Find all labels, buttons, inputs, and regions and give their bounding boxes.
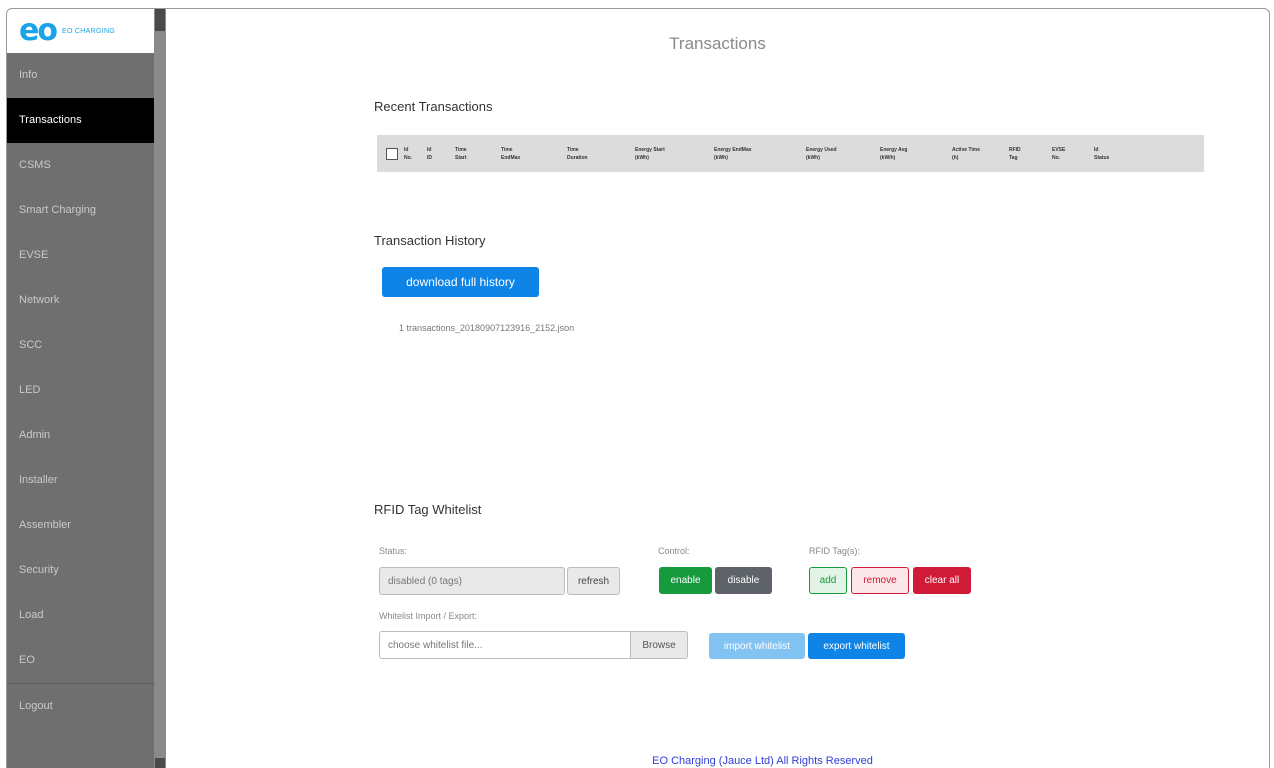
table-header-cell: Time Duration [567, 146, 588, 161]
status-label: Status: [379, 546, 408, 556]
table-header-cell: Energy EndMax (kWh) [714, 146, 752, 161]
control-label: Control: [658, 546, 690, 556]
table-header-cell: Energy Avg (kW/h) [880, 146, 908, 161]
scrollbar-thumb[interactable] [155, 9, 165, 31]
clear-all-button[interactable]: clear all [913, 567, 971, 594]
sidebar-item-scc[interactable]: SCC [7, 323, 154, 368]
table-header-cell: Id No. [404, 146, 413, 161]
table-header-cell: RFID Tag [1009, 146, 1021, 161]
table-header-cell: Energy Used (kWh) [806, 146, 837, 161]
status-field: disabled (0 tags) [379, 567, 565, 595]
sidebar-item-led[interactable]: LED [7, 368, 154, 413]
sidebar-item-info[interactable]: Info [7, 53, 154, 98]
sidebar-item-csms[interactable]: CSMS [7, 143, 154, 188]
sidebar-item-smart-charging[interactable]: Smart Charging [7, 188, 154, 233]
app-window: eo EO CHARGING Info Transactions CSMS Sm… [6, 8, 1270, 768]
sidebar-item-installer[interactable]: Installer [7, 458, 154, 503]
sidebar-item-eo[interactable]: EO [7, 638, 154, 683]
recent-transactions-title: Recent Transactions [374, 99, 493, 114]
recent-transactions-table-header: Id No. Id ID Time Start Time EndMax Time Dura… [377, 135, 1204, 172]
sidebar-item-security[interactable]: Security [7, 548, 154, 593]
rfid-tags-label: RFID Tag(s): [809, 546, 860, 556]
logo-mark: eo [19, 13, 58, 48]
main-content: Transactions Recent Transactions Id No. I… [166, 9, 1269, 768]
table-header-cell: Time Start [455, 146, 467, 161]
logo-text: EO CHARGING [61, 27, 116, 35]
disable-button[interactable]: disable [715, 567, 772, 594]
rfid-whitelist-title: RFID Tag Whitelist [374, 502, 482, 517]
table-header-cell: Energy Start (kWh) [635, 146, 665, 161]
transaction-history-title: Transaction History [374, 233, 486, 248]
sidebar-item-assembler[interactable]: Assembler [7, 503, 154, 548]
table-header-cell: Id ID [427, 146, 432, 161]
table-header-cell: Time EndMax [501, 146, 521, 161]
logo[interactable]: eo EO CHARGING [7, 9, 154, 53]
page-title: Transactions [669, 34, 766, 53]
sidebar-item-evse[interactable]: EVSE [7, 233, 154, 278]
select-all-checkbox[interactable] [386, 147, 398, 160]
download-history-button[interactable]: download full history [382, 267, 539, 297]
sidebar-scrollbar[interactable] [154, 9, 166, 768]
sidebar-nav: Info Transactions CSMS Smart Charging EV… [7, 53, 154, 729]
table-header-cell: Active Time (h) [952, 146, 980, 161]
history-file-link[interactable]: 1 transactions_20180907123916_2152.json [399, 323, 574, 333]
export-whitelist-button[interactable]: export whitelist [808, 633, 905, 659]
import-export-label: Whitelist Import / Export: [379, 611, 478, 621]
table-header-cell: Id Status [1094, 146, 1110, 161]
sidebar-item-admin[interactable]: Admin [7, 413, 154, 458]
sidebar-item-transactions[interactable]: Transactions [7, 98, 154, 143]
sidebar-item-network[interactable]: Network [7, 278, 154, 323]
sidebar-item-load[interactable]: Load [7, 593, 154, 638]
sidebar-item-logout[interactable]: Logout [7, 683, 154, 729]
table-header-cell: EVSE No. [1052, 146, 1066, 161]
enable-button[interactable]: enable [659, 567, 712, 594]
footer-copyright: EO Charging (Jauce Ltd) All Rights Reser… [652, 755, 873, 767]
whitelist-file-input[interactable]: choose whitelist file... [379, 631, 632, 659]
browse-button[interactable]: Browse [630, 631, 688, 659]
remove-tag-button[interactable]: remove [851, 567, 909, 594]
sidebar: eo EO CHARGING Info Transactions CSMS Sm… [7, 9, 154, 768]
refresh-button[interactable]: refresh [567, 567, 620, 595]
add-tag-button[interactable]: add [809, 567, 847, 594]
import-whitelist-button[interactable]: import whitelist [709, 633, 805, 659]
